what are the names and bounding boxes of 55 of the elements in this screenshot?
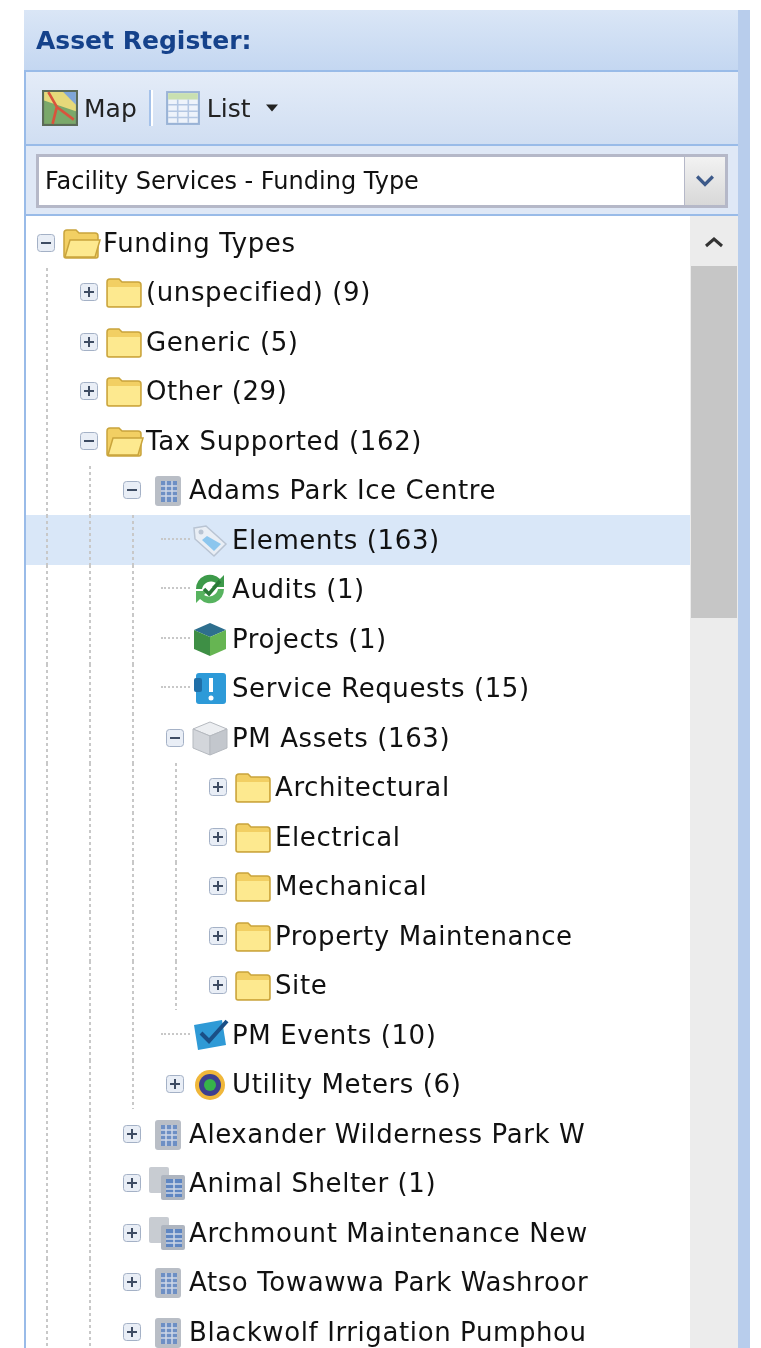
tree-item[interactable]: Elements (163) (26, 515, 690, 565)
map-button[interactable]: Map (40, 88, 139, 128)
expand-icon[interactable] (79, 381, 99, 402)
expand-icon[interactable] (165, 1074, 185, 1095)
table-icon (164, 90, 201, 126)
scroll-up-icon[interactable] (704, 236, 724, 248)
tree-item[interactable]: Electrical (26, 812, 690, 862)
tree-item[interactable]: Mechanical (26, 861, 690, 911)
tree-item[interactable]: Tax Supported (162) (26, 416, 690, 466)
buildings-icon (147, 1165, 187, 1202)
expand-icon[interactable] (122, 1321, 142, 1342)
tree-item[interactable]: Archmount Maintenance New (26, 1208, 690, 1258)
buildings-icon (147, 1214, 187, 1251)
scrollbar-thumb[interactable] (691, 266, 737, 618)
expand-icon[interactable] (79, 331, 99, 352)
expand-icon[interactable] (208, 925, 228, 946)
list-button[interactable]: List (162, 88, 281, 128)
view-dropdown[interactable]: Facility Services - Funding Type (36, 154, 728, 208)
panel-title: Asset Register: (36, 25, 252, 55)
expand-icon[interactable] (79, 282, 99, 303)
collapse-icon[interactable] (36, 232, 56, 253)
collapse-icon[interactable] (165, 727, 185, 748)
chevron-down-icon (696, 175, 714, 187)
expand-icon[interactable] (208, 975, 228, 996)
tree-item[interactable]: Alexander Wilderness Park W (26, 1109, 690, 1159)
scrollbar[interactable] (690, 216, 738, 1348)
tree-item[interactable]: Atso Towawwa Park Washroor (26, 1257, 690, 1307)
collapse-icon[interactable] (122, 480, 142, 501)
expand-icon[interactable] (208, 826, 228, 847)
expand-icon[interactable] (122, 1173, 142, 1194)
tree-item[interactable]: Blackwolf Irrigation Pumphou (26, 1307, 690, 1348)
tree-item[interactable]: Animal Shelter (1) (26, 1158, 690, 1208)
tree-item[interactable]: Utility Meters (6) (26, 1059, 690, 1109)
tree-item[interactable]: Service Requests (15) (26, 663, 690, 713)
tree-item[interactable]: Projects (1) (26, 614, 690, 664)
collapse-icon[interactable] (79, 430, 99, 451)
tree-item[interactable]: Architectural (26, 762, 690, 812)
tree-item[interactable]: PM Events (10) (26, 1010, 690, 1060)
tree-item[interactable]: Adams Park Ice Centre (26, 465, 690, 515)
tree-item[interactable]: Audits (1) (26, 564, 690, 614)
tree-item[interactable]: Property Maintenance (26, 911, 690, 961)
expand-icon[interactable] (122, 1222, 142, 1243)
tree-item[interactable]: Other (29) (26, 366, 690, 416)
tree-item[interactable]: Funding Types (26, 218, 690, 268)
box-icon (190, 719, 230, 756)
tree-item[interactable]: PM Assets (163) (26, 713, 690, 763)
caret-icon (266, 104, 279, 112)
expand-icon[interactable] (208, 777, 228, 798)
map-icon (42, 90, 78, 126)
expand-icon[interactable] (208, 876, 228, 897)
tree-item[interactable]: (unspecified) (9) (26, 267, 690, 317)
expand-icon[interactable] (122, 1272, 142, 1293)
tree-item[interactable]: Site (26, 960, 690, 1010)
tree-item[interactable]: Generic (5) (26, 317, 690, 367)
expand-icon[interactable] (122, 1123, 142, 1144)
